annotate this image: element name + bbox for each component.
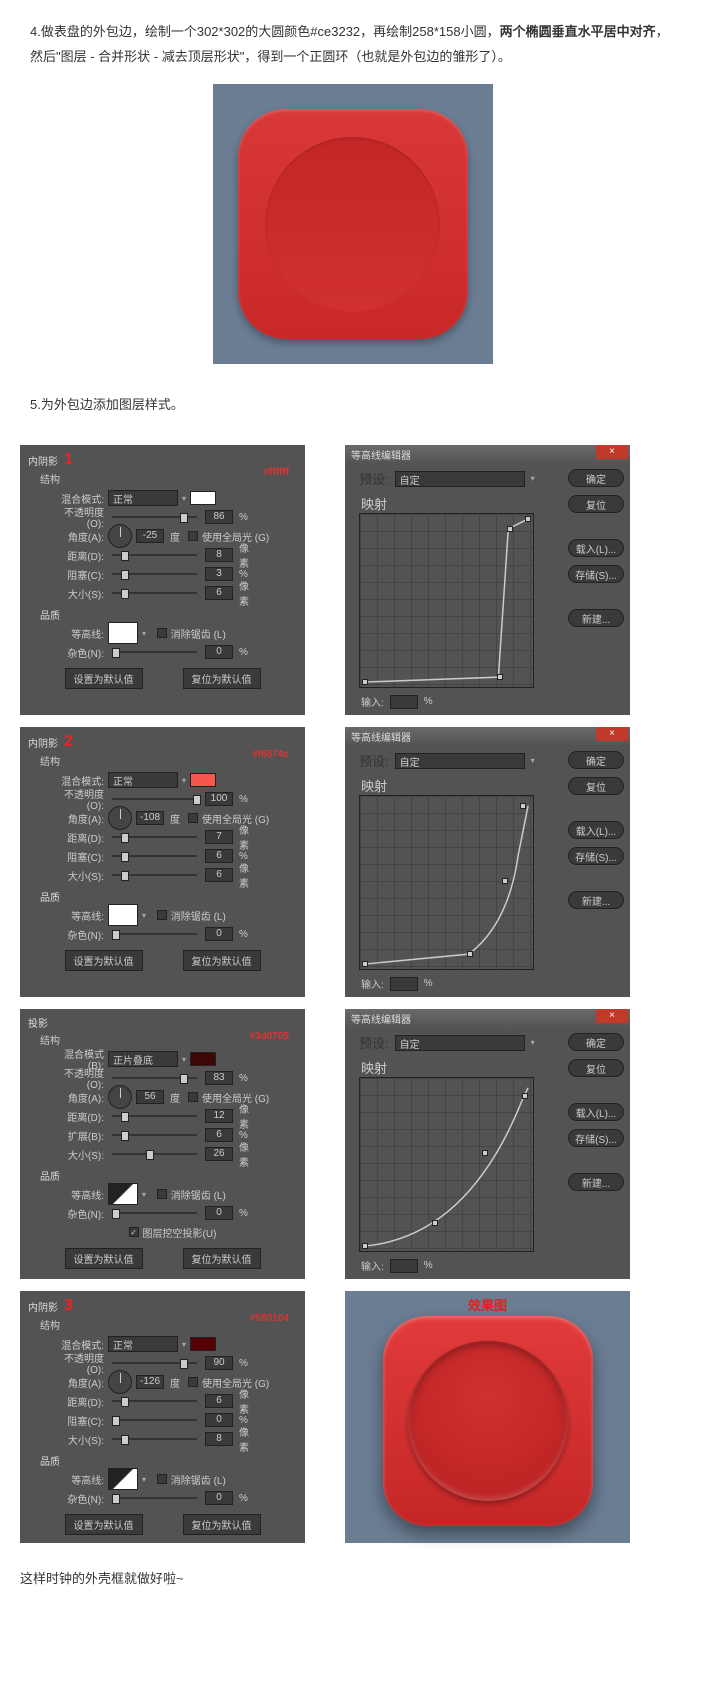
set-default-button[interactable]: 设置为默认值 bbox=[65, 668, 143, 689]
size-slider[interactable] bbox=[112, 592, 197, 594]
global-light-checkbox[interactable] bbox=[188, 531, 198, 541]
close-icon[interactable]: × bbox=[596, 727, 628, 741]
step4-text: 4.做表盘的外包边，绘制一个302*302的大圆颜色#ce3232，再绘制258… bbox=[30, 20, 675, 69]
color-swatch[interactable] bbox=[190, 491, 216, 505]
ok-button[interactable]: 确定 bbox=[568, 469, 624, 487]
reset-button[interactable]: 复位 bbox=[568, 495, 624, 513]
noise-slider[interactable] bbox=[112, 651, 197, 653]
contour-graph[interactable] bbox=[359, 513, 534, 688]
contour-editor-1: 等高线编辑器× 预设:自定▾ 映射 输入:% 确定 复位 载入(L)... 存储… bbox=[345, 445, 630, 715]
opacity-input[interactable]: 86 bbox=[205, 510, 233, 524]
contour-editor-2: 等高线编辑器× 预设:自定▾ 映射 输入:% 确定复位 载入(L)...存储(S… bbox=[345, 727, 630, 997]
contour-editor-3: 等高线编辑器× 预设:自定▾ 映射 输入:% 确定复位 载入(L)...存储(S… bbox=[345, 1009, 630, 1279]
opacity-slider[interactable] bbox=[112, 516, 197, 518]
inner-shadow-panel-2: 内阴影2 结构 #f6574c 混合模式:正常▾ 不透明度(O):100% 角度… bbox=[20, 727, 305, 997]
angle-dial[interactable] bbox=[108, 524, 132, 548]
antialias-checkbox[interactable] bbox=[157, 628, 167, 638]
color-hex-label: #ffffff bbox=[263, 467, 289, 478]
restore-default-button[interactable]: 复位为默认值 bbox=[183, 668, 261, 689]
knockout-checkbox[interactable]: ✓ bbox=[129, 1227, 139, 1237]
choke-slider[interactable] bbox=[112, 573, 197, 575]
distance-slider[interactable] bbox=[112, 554, 197, 556]
angle-input[interactable]: -25 bbox=[136, 529, 164, 543]
color-swatch[interactable] bbox=[190, 1052, 216, 1066]
step5-text: 5.为外包边添加图层样式。 bbox=[30, 394, 675, 413]
load-button[interactable]: 载入(L)... bbox=[568, 539, 624, 557]
color-swatch[interactable] bbox=[190, 1337, 216, 1351]
color-swatch[interactable] bbox=[190, 773, 216, 787]
new-button[interactable]: 新建... bbox=[568, 609, 624, 627]
preset-select[interactable]: 自定 bbox=[395, 471, 525, 487]
close-icon[interactable]: × bbox=[596, 1009, 628, 1023]
result-preview: 效果图 bbox=[345, 1291, 630, 1543]
outro-text: 这样时钟的外壳框就做好啦~ bbox=[20, 1568, 685, 1587]
contour-picker[interactable] bbox=[108, 622, 138, 644]
blend-mode-select[interactable]: 正常 bbox=[108, 490, 178, 506]
drop-shadow-panel: 投影 结构 #3d0705 混合模式(B):正片叠底▾ 不透明度(O):83% … bbox=[20, 1009, 305, 1279]
hero-preview bbox=[30, 84, 675, 364]
close-icon[interactable]: × bbox=[596, 445, 628, 459]
inner-shadow-panel-3: 内阴影3 结构 #560104 混合模式:正常▾ 不透明度(O):90% 角度(… bbox=[20, 1291, 305, 1543]
save-button[interactable]: 存储(S)... bbox=[568, 565, 624, 583]
inner-shadow-panel-1: 内阴影1 结构 #ffffff 混合模式:正常▾ 不透明度(O):86% 角度(… bbox=[20, 445, 305, 715]
